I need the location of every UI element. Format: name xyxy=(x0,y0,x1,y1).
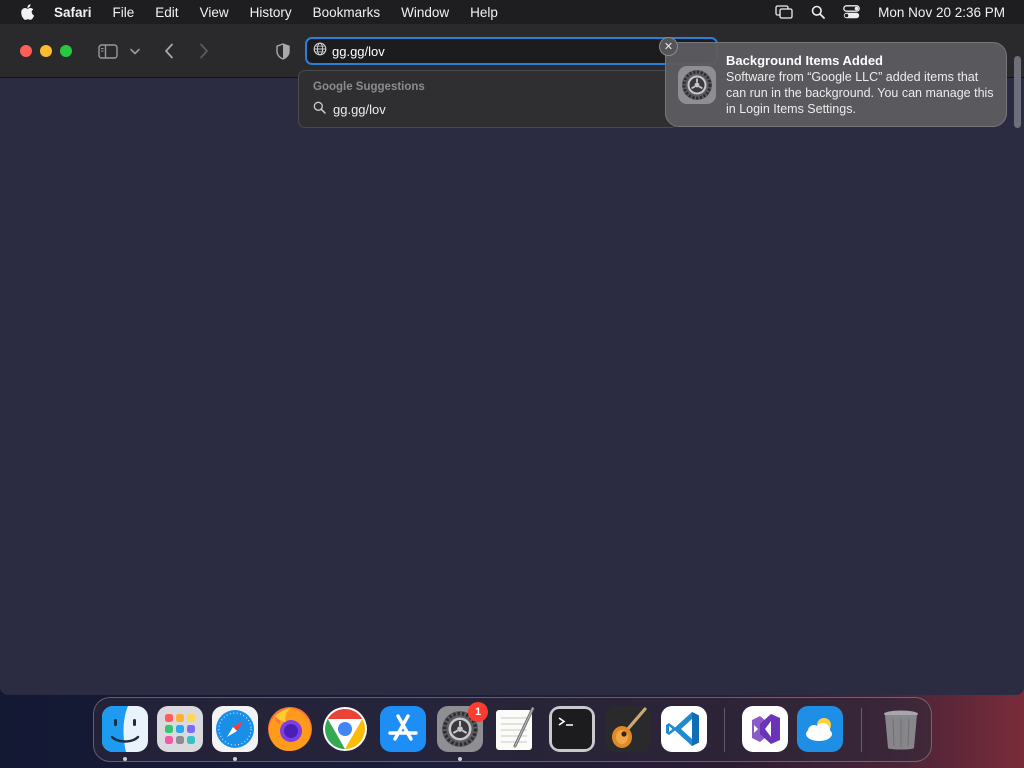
page-content-area[interactable] xyxy=(0,78,1024,695)
dock-app-store-icon[interactable] xyxy=(380,706,426,752)
suggestions-heading: Google Suggestions xyxy=(313,81,425,93)
spotlight-search-icon[interactable] xyxy=(811,5,826,19)
back-arrow-icon[interactable] xyxy=(160,41,178,61)
dock-separator xyxy=(861,708,862,752)
menu-help[interactable]: Help xyxy=(470,5,498,20)
vertical-scrollbar[interactable] xyxy=(1014,56,1021,128)
tab-group-chevron-down-icon[interactable] xyxy=(129,45,141,57)
dock-garageband-icon[interactable] xyxy=(605,706,651,752)
menu-file[interactable]: File xyxy=(113,5,135,20)
address-input[interactable] xyxy=(332,43,632,59)
control-center-icon[interactable] xyxy=(843,5,861,19)
dock-finder-icon[interactable] xyxy=(102,706,148,752)
dock-separator xyxy=(724,708,725,752)
dock-firefox-icon[interactable] xyxy=(267,706,313,752)
address-bar[interactable] xyxy=(305,37,718,65)
screen-mirroring-icon[interactable] xyxy=(775,5,793,19)
menu-app-name[interactable]: Safari xyxy=(54,5,92,20)
menu-bar: Safari File Edit View History Bookmarks … xyxy=(0,0,1024,24)
dock-textedit-icon[interactable] xyxy=(493,706,539,752)
dock-launchpad-icon[interactable] xyxy=(157,706,203,752)
notification-close-button[interactable]: ✕ xyxy=(659,37,678,56)
globe-icon xyxy=(313,42,327,61)
system-settings-running-indicator xyxy=(458,757,462,761)
dock-vscode-icon[interactable] xyxy=(661,706,707,752)
close-window-button[interactable] xyxy=(20,45,32,57)
safari-running-indicator xyxy=(233,757,237,761)
search-icon xyxy=(313,101,326,117)
menu-view[interactable]: View xyxy=(200,5,229,20)
notification-body: Software from “Google LLC” added items t… xyxy=(726,70,994,116)
menu-history[interactable]: History xyxy=(250,5,292,20)
menu-window[interactable]: Window xyxy=(401,5,449,20)
background-items-notification[interactable]: Background Items Added Software from “Go… xyxy=(665,42,1007,127)
dock: 1 xyxy=(93,697,932,762)
suggestion-item-label: gg.gg/lov xyxy=(333,101,386,117)
dock-trash-icon[interactable] xyxy=(878,706,924,752)
dock-safari-icon[interactable] xyxy=(212,706,258,752)
notification-title: Background Items Added xyxy=(726,53,883,68)
dock-chrome-icon[interactable] xyxy=(322,706,368,752)
menubar-clock[interactable]: Mon Nov 20 2:36 PM xyxy=(878,5,1005,20)
close-icon: ✕ xyxy=(663,41,674,53)
dock-terminal-icon[interactable] xyxy=(549,706,595,752)
system-settings-badge: 1 xyxy=(468,702,488,722)
dock-weather-icon[interactable] xyxy=(797,706,843,752)
suggestion-item[interactable]: gg.gg/lov xyxy=(313,101,386,117)
dock-visual-studio-icon[interactable] xyxy=(742,706,788,752)
system-settings-icon xyxy=(678,66,716,104)
privacy-report-shield-icon[interactable] xyxy=(274,41,292,61)
finder-running-indicator xyxy=(123,757,127,761)
zoom-window-button[interactable] xyxy=(60,45,72,57)
menu-edit[interactable]: Edit xyxy=(155,5,178,20)
apple-menu-icon[interactable] xyxy=(0,4,54,20)
sidebar-toggle-icon[interactable] xyxy=(96,42,120,60)
menu-bookmarks[interactable]: Bookmarks xyxy=(313,5,381,20)
forward-arrow-icon[interactable] xyxy=(195,41,213,61)
minimize-window-button[interactable] xyxy=(40,45,52,57)
search-suggestions-dropdown: Google Suggestions gg.gg/lov xyxy=(298,70,678,128)
